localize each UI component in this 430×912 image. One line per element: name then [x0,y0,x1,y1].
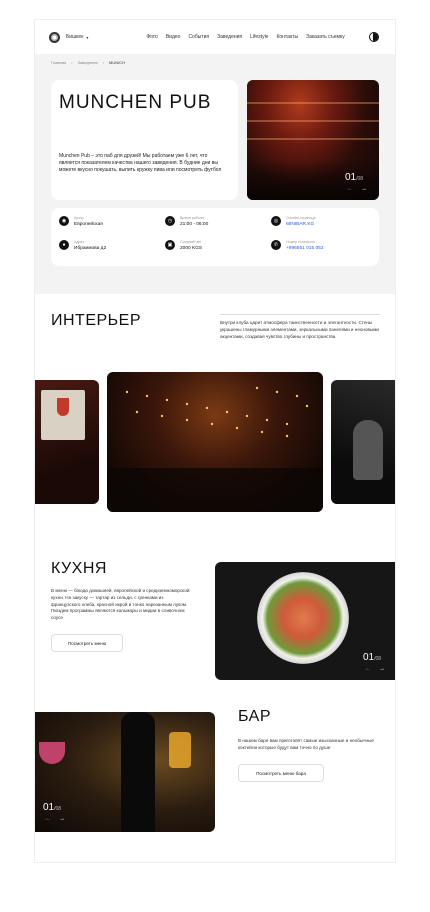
string-lights-decor [107,386,323,512]
page-frame: Бишкек ▾ Фото Видео События Заведения Li… [35,20,395,862]
interior-title: ИНТЕРЬЕР [51,312,142,329]
arrow-left-icon[interactable]: ← [45,816,51,822]
interior-image-main[interactable] [107,372,323,512]
kitchen-image[interactable]: 01/08 ← → [215,562,395,680]
online-page-link[interactable]: MINIBAR.KG [286,221,316,228]
nav-item-venues[interactable]: Заведения [217,34,242,40]
clock-icon: ◷ [165,216,175,226]
venue-facts: ◉ Кухня Европейская ◷ Время работы 21:00 -… [51,208,379,266]
nav-item-events[interactable]: События [188,34,209,40]
venue-info-card: MUNCHEN PUB Munchen Pub – это паб для др… [51,80,238,200]
fact-address: ● Адрес Ибраимова д2 [59,240,106,252]
bar-slide-counter: 01/08 [43,802,62,813]
logo-icon[interactable] [49,31,60,43]
cuisine-icon: ◉ [59,216,69,226]
breadcrumb-venues[interactable]: Заведения [78,60,98,65]
nav-item-lifestyle[interactable]: Lifestyle [250,34,268,40]
bar-title: БАР [238,708,271,725]
bar-image[interactable]: 01/08 ← → [35,712,215,832]
nav-item-video[interactable]: Видео [166,34,181,40]
interior-image-next[interactable] [331,380,395,504]
arrow-right-icon[interactable]: → [379,666,385,672]
arrow-left-icon[interactable]: ← [347,186,353,192]
location-icon: ● [59,240,69,250]
breadcrumb-home[interactable]: Главная [51,60,66,65]
kitchen-text: В меню — блюда домашней, европейской и с… [51,588,190,621]
arrow-left-icon[interactable]: ← [365,666,371,672]
nav-item-photo[interactable]: Фото [146,34,158,40]
fact-online: ◎ Онлайн-страница MINIBAR.KG [271,216,316,228]
view-bar-menu-button[interactable]: Посмотреть меню бара [238,764,324,782]
venue-description: Munchen Pub – это паб для друзей! Мы раб… [59,153,222,173]
phone-link[interactable]: +996551 015 052 [286,245,323,252]
wallet-icon: ▣ [165,240,175,250]
nav-item-order-shoot[interactable]: Заказать съемку [306,34,345,40]
divider [220,314,380,315]
arrow-right-icon[interactable]: → [361,186,367,192]
fact-phone: ✆ Номер телефона +996551 015 052 [271,240,323,252]
kitchen-slide-counter: 01/08 [363,652,382,663]
hero-image[interactable]: 01/08 ← → [247,80,379,200]
fact-hours: ◷ Время работы 21:00 - 06:00 [165,216,208,228]
kitchen-title: КУХНЯ [51,560,107,577]
city-selector[interactable]: Бишкек ▾ [66,34,88,40]
breadcrumb-current: MUNICH [108,60,125,65]
bar-text: В нашем баре вам приготовят самые изыска… [238,738,374,750]
instagram-icon: ◎ [271,216,281,226]
chevron-down-icon: ▾ [86,34,89,40]
hero-slide-counter: 01/08 [345,172,364,183]
fact-average-check: ▣ Средний чек 2000 KGS [165,240,202,252]
phone-icon: ✆ [271,240,281,250]
breadcrumb: Главная › Заведения › MUNICH [51,60,125,65]
nav-item-contacts[interactable]: Контакты [276,34,298,40]
arrow-right-icon[interactable]: → [59,816,65,822]
page-title: MUNCHEN PUB [59,92,212,113]
city-label: Бишкек [66,34,84,40]
fact-cuisine: ◉ Кухня Европейская [59,216,103,228]
header: Бишкек ▾ Фото Видео События Заведения Li… [35,20,395,54]
view-menu-button[interactable]: Посмотреть меню [51,634,123,652]
theme-toggle-icon[interactable] [369,32,379,42]
interior-text: Внутри клуба царит атмосфера таинственно… [220,320,379,339]
interior-image-prev[interactable] [35,380,99,504]
main-nav: Фото Видео События Заведения Lifestyle К… [146,34,344,40]
